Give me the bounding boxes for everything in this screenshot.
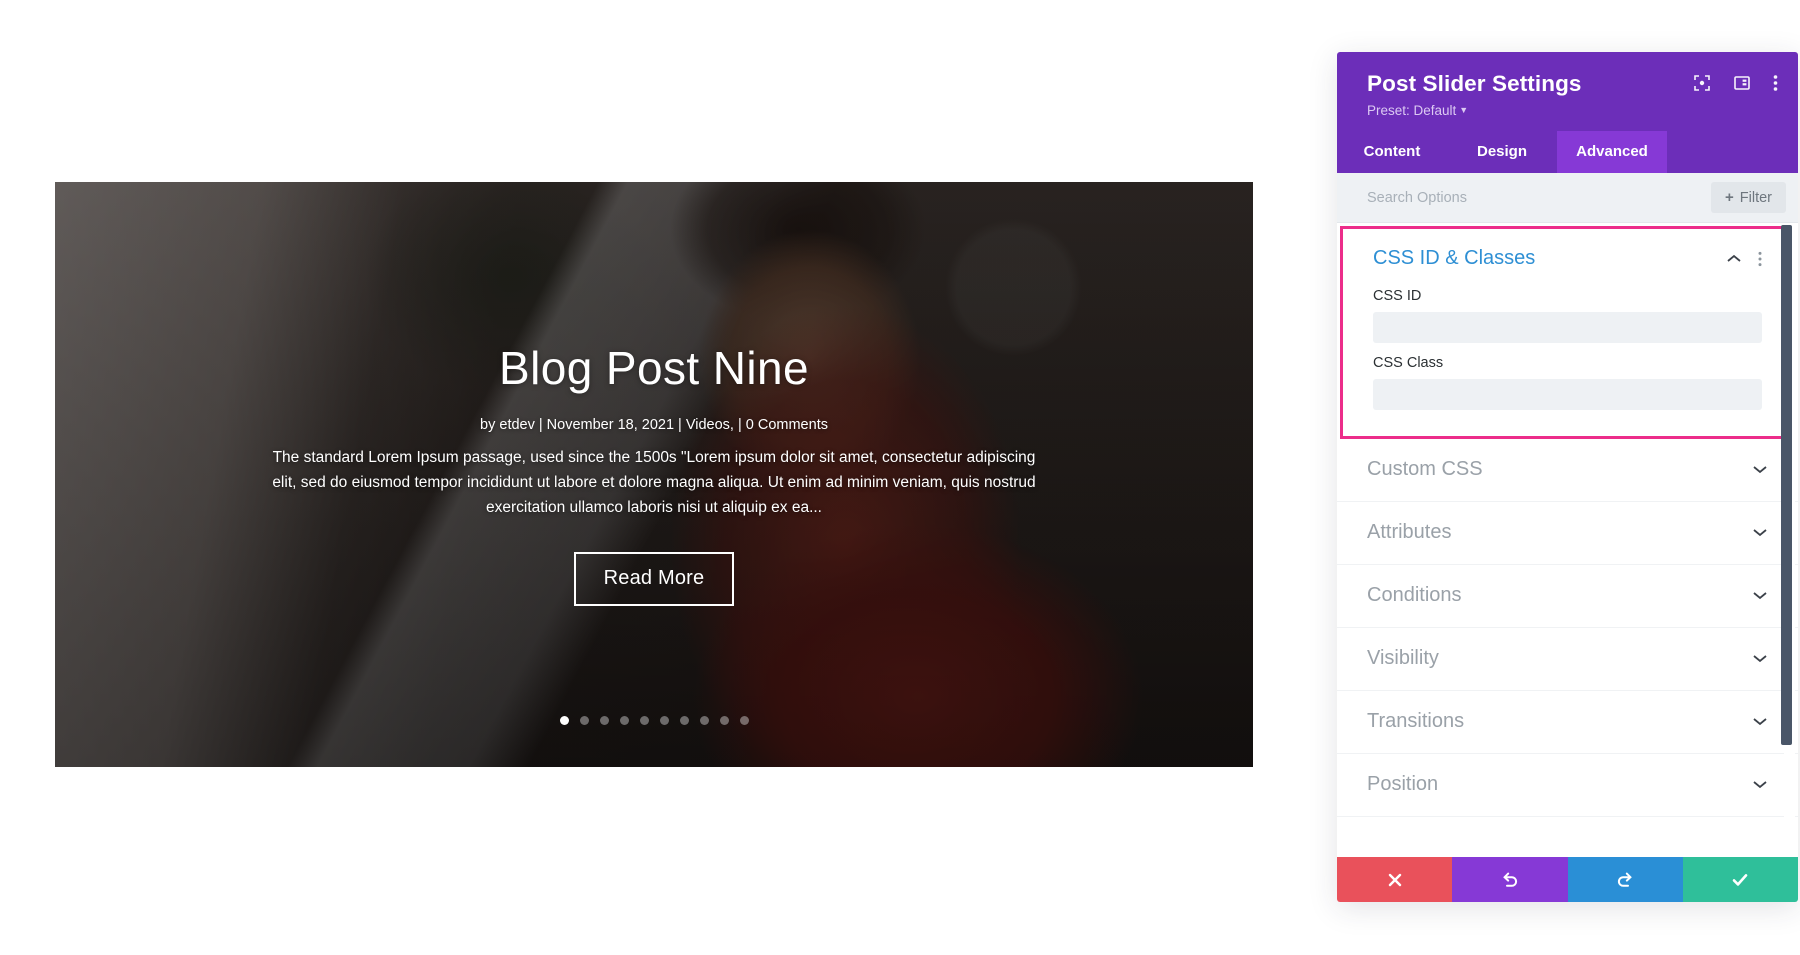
panel-tabs[interactable]: Content Design Advanced bbox=[1337, 131, 1798, 173]
chevron-down-icon[interactable] bbox=[1752, 590, 1768, 601]
accordion-attributes[interactable]: Attributes bbox=[1337, 502, 1798, 565]
accordion-label: Attributes bbox=[1367, 521, 1452, 543]
chevron-down-icon[interactable] bbox=[1752, 527, 1768, 538]
accordion-custom-css[interactable]: Custom CSS bbox=[1337, 439, 1798, 502]
tab-design[interactable]: Design bbox=[1447, 131, 1557, 173]
slider-dot[interactable] bbox=[579, 716, 589, 725]
group-header-icons bbox=[1726, 251, 1762, 267]
panel-footer bbox=[1337, 857, 1798, 902]
options-scroll-area: CSS ID & Classes CSS ID CSS Class Custom… bbox=[1337, 223, 1798, 857]
options-scrollbar-track[interactable] bbox=[1781, 223, 1795, 857]
group-header[interactable]: CSS ID & Classes bbox=[1373, 247, 1762, 270]
accordion-list: Custom CSS Attributes Conditions Visibility… bbox=[1337, 439, 1798, 817]
check-icon bbox=[1733, 873, 1748, 886]
slider-dot[interactable] bbox=[739, 716, 749, 725]
accordion-label: Conditions bbox=[1367, 584, 1462, 606]
tab-content[interactable]: Content bbox=[1337, 131, 1447, 173]
css-id-label: CSS ID bbox=[1373, 288, 1422, 304]
css-class-field: CSS Class bbox=[1373, 355, 1762, 410]
slide-title: Blog Post Nine bbox=[499, 341, 809, 394]
slide-meta: by etdev | November 18, 2021 | Videos, |… bbox=[480, 417, 828, 434]
chevron-down-icon[interactable] bbox=[1752, 464, 1768, 475]
css-class-input[interactable] bbox=[1373, 379, 1762, 410]
slider-dot[interactable] bbox=[639, 716, 649, 725]
group-title: CSS ID & Classes bbox=[1373, 247, 1536, 269]
redo-icon bbox=[1618, 872, 1632, 887]
chevron-up-icon[interactable] bbox=[1726, 253, 1742, 264]
slider-dot[interactable] bbox=[719, 716, 729, 725]
close-icon bbox=[1388, 873, 1401, 886]
slider-dot[interactable] bbox=[619, 716, 629, 725]
kebab-menu-icon[interactable] bbox=[1773, 74, 1778, 92]
slide-excerpt: The standard Lorem Ipsum passage, used s… bbox=[272, 449, 1036, 517]
accordion-label: Custom CSS bbox=[1367, 458, 1483, 480]
undo-icon bbox=[1503, 872, 1517, 887]
undo-button[interactable] bbox=[1452, 857, 1568, 902]
slider-pagination-dots[interactable] bbox=[55, 716, 1253, 725]
accordion-label: Transitions bbox=[1367, 710, 1465, 732]
preset-label: Preset: Default bbox=[1367, 103, 1457, 118]
layout-panel-icon[interactable] bbox=[1733, 74, 1751, 92]
slider-dot[interactable] bbox=[659, 716, 669, 725]
kebab-menu-icon[interactable] bbox=[1758, 251, 1762, 267]
filter-button-label: Filter bbox=[1739, 189, 1772, 206]
chevron-down-icon[interactable] bbox=[1752, 716, 1768, 727]
css-id-field: CSS ID bbox=[1373, 288, 1762, 343]
accordion-label: Visibility bbox=[1367, 647, 1439, 669]
save-button[interactable] bbox=[1682, 857, 1798, 902]
cancel-button[interactable] bbox=[1337, 857, 1453, 902]
accordion-position[interactable]: Position bbox=[1337, 754, 1798, 817]
css-id-and-classes-group: CSS ID & Classes CSS ID CSS Class bbox=[1340, 226, 1795, 439]
chevron-down-icon: ▼ bbox=[1459, 105, 1469, 115]
tab-advanced[interactable]: Advanced bbox=[1557, 131, 1667, 173]
post-slider[interactable]: Blog Post Nine by etdev | November 18, 2… bbox=[55, 182, 1253, 767]
css-id-input[interactable] bbox=[1373, 312, 1762, 343]
slider-dot[interactable] bbox=[699, 716, 709, 725]
slider-dot[interactable] bbox=[599, 716, 609, 725]
screen: Blog Post Nine by etdev | November 18, 2… bbox=[0, 0, 1800, 955]
accordion-label: Position bbox=[1367, 773, 1439, 795]
chevron-down-icon[interactable] bbox=[1752, 779, 1768, 790]
search-input[interactable] bbox=[1367, 189, 1711, 206]
slider-dot[interactable] bbox=[679, 716, 689, 725]
slider-dot[interactable] bbox=[559, 716, 569, 725]
accordion-transitions[interactable]: Transitions bbox=[1337, 691, 1798, 754]
preset-selector[interactable]: Preset: Default ▼ bbox=[1367, 103, 1776, 118]
css-class-label: CSS Class bbox=[1373, 355, 1444, 371]
post-slider-settings-panel: Post Slider Settings Preset: Default ▼ C… bbox=[1337, 52, 1798, 902]
accordion-conditions[interactable]: Conditions bbox=[1337, 565, 1798, 628]
panel-header: Post Slider Settings Preset: Default ▼ bbox=[1337, 52, 1798, 131]
panel-options-body: CSS ID & Classes CSS ID CSS Class Custom… bbox=[1337, 223, 1798, 857]
redo-button[interactable] bbox=[1567, 857, 1683, 902]
accordion-visibility[interactable]: Visibility bbox=[1337, 628, 1798, 691]
read-more-button[interactable]: Read More bbox=[573, 552, 735, 607]
options-scrollbar-thumb[interactable] bbox=[1781, 225, 1792, 745]
focus-target-icon[interactable] bbox=[1693, 74, 1711, 92]
filter-button[interactable]: + Filter bbox=[1711, 182, 1786, 213]
slide-content: Blog Post Nine by etdev | November 18, 2… bbox=[55, 182, 1253, 767]
panel-header-icons bbox=[1693, 74, 1778, 92]
chevron-down-icon[interactable] bbox=[1752, 653, 1768, 664]
plus-icon: + bbox=[1725, 189, 1734, 206]
options-search-bar: + Filter bbox=[1337, 173, 1798, 223]
